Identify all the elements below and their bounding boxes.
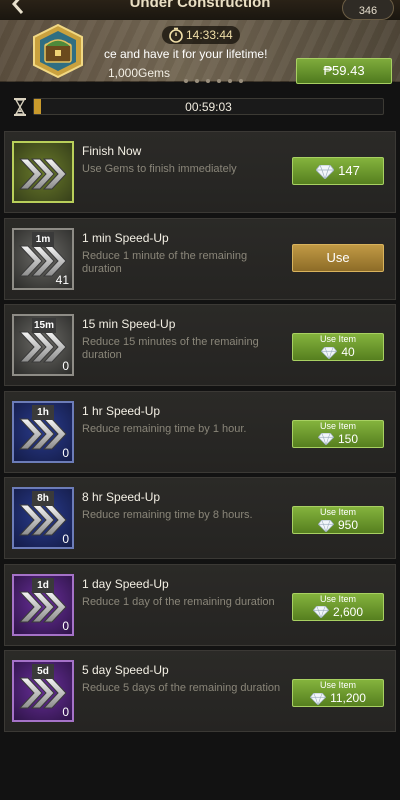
speedup-item-card: Finish Now Use Gems to finish immediately… bbox=[4, 131, 396, 213]
hourglass-icon bbox=[14, 98, 26, 116]
speedup-item-card: 5d 0 5 day Speed-Up Reduce 5 days of the re… bbox=[4, 650, 396, 732]
diamond-gem-icon bbox=[317, 433, 334, 446]
construction-progress-bar: 00:59:03 bbox=[33, 98, 384, 115]
offer-timer: 14:33:44 bbox=[162, 26, 240, 44]
item-icon: 8h 0 bbox=[12, 487, 74, 549]
progress-time: 00:59:03 bbox=[185, 100, 232, 114]
item-description: Reduce 15 minutes of the remaining durat… bbox=[82, 336, 259, 361]
item-count: 0 bbox=[62, 532, 69, 546]
use-item-button[interactable]: Use Item 11,200 bbox=[292, 679, 384, 707]
gem-cost: 147 bbox=[338, 163, 360, 178]
item-description: Reduce remaining time by 8 hours. bbox=[82, 509, 253, 521]
finish-now-gems-button[interactable]: 147 bbox=[292, 157, 384, 185]
speedup-item-card: 1m 41 1 min Speed-Up Reduce 1 minute of the… bbox=[4, 217, 396, 300]
item-title: 1 hr Speed-Up bbox=[82, 403, 161, 418]
item-title: 1 min Speed-Up bbox=[82, 230, 169, 245]
button-content: 950 bbox=[293, 518, 383, 533]
use-item-button[interactable]: Use Item 950 bbox=[292, 506, 384, 534]
duration-badge: 1h bbox=[32, 404, 54, 420]
diamond-gem-icon bbox=[317, 519, 334, 532]
item-count: 41 bbox=[55, 272, 69, 287]
gem-cost: 950 bbox=[337, 518, 359, 532]
button-content: 150 bbox=[293, 432, 383, 447]
item-title: 15 min Speed-Up bbox=[82, 317, 176, 331]
item-count: 0 bbox=[62, 705, 69, 719]
purchase-button[interactable]: ₱59.43 bbox=[296, 58, 392, 84]
item-description: Reduce 5 days of the remaining duration bbox=[82, 682, 281, 694]
item-icon bbox=[12, 141, 74, 203]
offer-timer-text: 14:33:44 bbox=[186, 28, 233, 42]
item-count: 0 bbox=[62, 445, 69, 460]
item-title: 8 hr Speed-Up bbox=[82, 490, 161, 504]
use-item-button[interactable]: Use Item 2,600 bbox=[292, 592, 384, 621]
item-description: Reduce 1 minute of the remaining duratio… bbox=[82, 249, 248, 275]
use-item-label: Use Item bbox=[319, 420, 356, 431]
treasure-chest-icon bbox=[33, 24, 83, 78]
item-count: 0 bbox=[62, 618, 69, 633]
gem-cost: 40 bbox=[341, 345, 355, 359]
speed-up-chevrons-icon bbox=[18, 158, 67, 190]
item-description: Reduce remaining time by 1 hour. bbox=[82, 422, 247, 435]
use-item-label: Use Item bbox=[319, 680, 356, 690]
carousel-dot bbox=[195, 79, 199, 83]
carousel-dot bbox=[184, 79, 188, 83]
diamond-gem-icon bbox=[310, 692, 327, 705]
carousel-dot bbox=[228, 79, 232, 83]
item-description: Reduce 1 day of the remaining duration bbox=[82, 595, 275, 608]
gem-cost: 150 bbox=[337, 431, 359, 446]
item-icon: 15m 0 bbox=[12, 314, 74, 376]
gem-cost: 11,200 bbox=[330, 691, 366, 705]
button-content: 40 bbox=[293, 345, 383, 360]
item-icon: 1h 0 bbox=[12, 400, 74, 463]
button-content: 11,200 bbox=[293, 691, 383, 706]
speedup-item-card: 1h 0 1 hr Speed-Up Reduce remaining time by… bbox=[4, 390, 396, 473]
promo-text: ce and have it for your lifetime! bbox=[104, 47, 268, 61]
gem-counter[interactable]: 346 bbox=[342, 0, 394, 20]
item-title: 1 day Speed-Up bbox=[82, 576, 169, 591]
promo-gems-label: 1,000Gems bbox=[108, 66, 171, 80]
carousel-dot bbox=[217, 79, 221, 83]
page-title: Under Construction bbox=[129, 0, 271, 11]
diamond-gem-icon bbox=[316, 164, 335, 179]
carousel-dot bbox=[206, 79, 210, 83]
duration-badge: 15m bbox=[32, 318, 57, 333]
use-item-label: Use Item bbox=[319, 593, 356, 604]
use-item-button[interactable]: Use Item 150 bbox=[292, 419, 384, 448]
use-button[interactable]: Use bbox=[292, 243, 384, 272]
duration-badge: 1m bbox=[32, 231, 54, 247]
duration-badge: 8h bbox=[32, 491, 54, 506]
duration-badge: 5d bbox=[32, 664, 54, 679]
item-icon: 5d 0 bbox=[12, 660, 74, 722]
diamond-gem-icon bbox=[321, 346, 338, 359]
item-icon: 1d 0 bbox=[12, 573, 74, 636]
item-icon: 1m 41 bbox=[12, 227, 74, 290]
speedup-item-card: 1d 0 1 day Speed-Up Reduce 1 day of the rem… bbox=[4, 563, 396, 646]
speedup-item-card: 8h 0 8 hr Speed-Up Reduce remaining time by… bbox=[4, 477, 396, 559]
diamond-gem-icon bbox=[312, 606, 329, 619]
use-item-label: Use Item bbox=[319, 507, 356, 517]
gem-cost: 2,600 bbox=[332, 604, 364, 619]
item-description: Use Gems to finish immediately bbox=[82, 163, 237, 175]
carousel-dots[interactable] bbox=[184, 70, 256, 83]
speedup-item-card: 15m 0 15 min Speed-Up Reduce 15 minutes of … bbox=[4, 304, 396, 386]
use-item-label: Use Item bbox=[319, 334, 356, 344]
carousel-dot bbox=[239, 79, 243, 83]
use-item-button[interactable]: Use Item 40 bbox=[292, 333, 384, 361]
header-bar: Under Construction 346 bbox=[0, 0, 400, 20]
item-count: 0 bbox=[62, 359, 69, 373]
duration-badge: 1d bbox=[32, 577, 54, 593]
button-content: 147 bbox=[293, 162, 383, 180]
item-title: 5 day Speed-Up bbox=[82, 663, 169, 677]
button-content: 2,600 bbox=[293, 605, 383, 620]
item-title: Finish Now bbox=[82, 144, 142, 158]
stopwatch-icon bbox=[169, 27, 183, 43]
